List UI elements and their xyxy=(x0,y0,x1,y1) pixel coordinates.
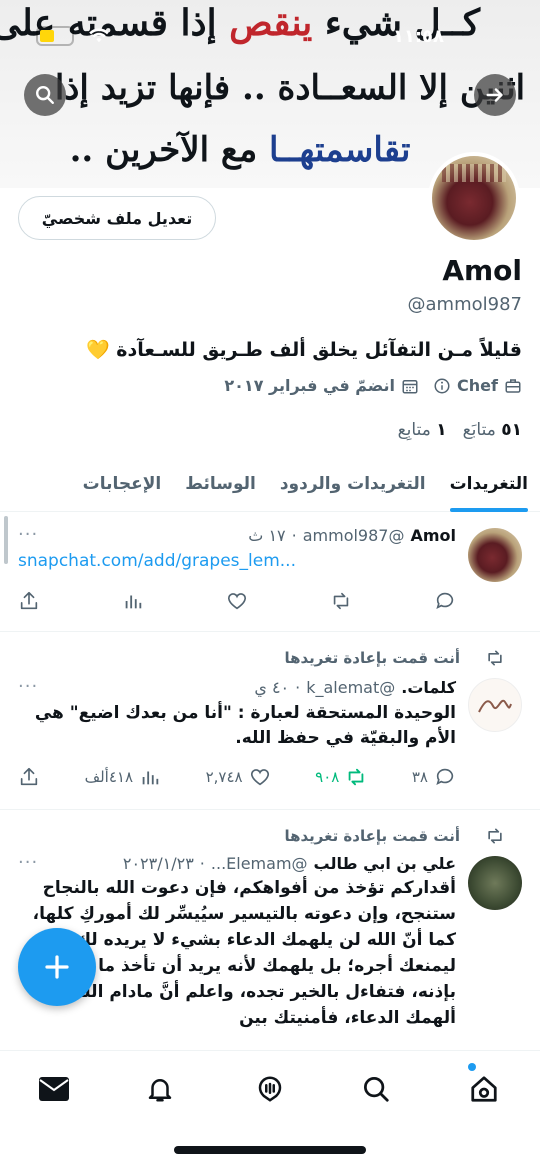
banner-text-line-2: اثنين إلا السعــادة .. فإنها تزيد إذا xyxy=(54,68,526,108)
profile-tabs: التغريدات التغريدات والردود الوسائط الإع… xyxy=(0,456,540,512)
like-count: ٢,٧٤٨ xyxy=(205,768,243,786)
tweet-time: ٤٠ ي xyxy=(254,678,290,697)
tweet-item[interactable]: أنت قمت بإعادة تغريدها كلمات. @k_alemat … xyxy=(0,632,540,810)
status-time: ١١:٥٨ xyxy=(392,25,444,47)
tab-media[interactable]: الوسائط xyxy=(173,456,268,512)
views-icon xyxy=(125,595,142,609)
following-link[interactable]: ٥١ متابَع xyxy=(463,420,522,440)
retweet-indicator: أنت قمت بإعادة تغريدها xyxy=(18,826,522,846)
tweet-author-handle[interactable]: @ammol987 xyxy=(303,526,405,545)
tweet-header: علي بن ابي طالب @Elemam... · ٢٠٢٣/١/٢٣ xyxy=(122,854,456,873)
profile-meta: Chef انضمّ في فبراير ٢٠١٧ xyxy=(224,376,522,395)
compose-tweet-button[interactable] xyxy=(18,928,96,1006)
retweet-indicator: أنت قمت بإعادة تغريدها xyxy=(18,648,522,668)
profile-joined-date: انضمّ في فبراير ٢٠١٧ xyxy=(224,376,396,395)
like-icon xyxy=(250,769,269,786)
tweet-avatar[interactable] xyxy=(468,856,522,910)
tweet-avatar[interactable] xyxy=(468,678,522,732)
like-button[interactable] xyxy=(226,590,248,612)
nav-spaces[interactable] xyxy=(250,1069,290,1109)
share-icon xyxy=(20,591,38,610)
views-button[interactable]: ٤١٨ألف xyxy=(85,766,161,788)
nav-messages[interactable] xyxy=(34,1069,74,1109)
back-button[interactable] xyxy=(474,74,516,116)
tweet-author-handle[interactable]: @k_alemat xyxy=(306,678,395,697)
tweet-author-handle[interactable]: @Elemam... xyxy=(211,854,308,873)
profile-handle: @ammol987 xyxy=(407,294,522,315)
nav-search[interactable] xyxy=(356,1069,396,1109)
tweet-actions: ٣٨ ٩٠٨ ٢,٧٤٨ ٤١٨ألف xyxy=(18,766,456,788)
yellow-heart-emoji: 💛 xyxy=(85,339,110,361)
search-button[interactable] xyxy=(24,74,66,116)
nav-home[interactable] xyxy=(464,1069,504,1109)
tab-tweets[interactable]: التغريدات xyxy=(438,456,540,512)
more-options-icon[interactable]: ··· xyxy=(18,524,38,545)
tweet-time: ٢٠٢٣/١/٢٣ xyxy=(122,854,194,873)
tweet-item[interactable]: Amol @ammol987 · ١٧ ث snapchat.com/add/g… xyxy=(0,512,540,632)
search-icon xyxy=(364,1077,389,1102)
followers-link[interactable]: ١ متابِع xyxy=(398,420,447,440)
spaces-icon xyxy=(258,1076,282,1102)
like-button[interactable]: ٢,٧٤٨ xyxy=(206,766,271,788)
tweet-author-name[interactable]: كلمات. xyxy=(401,678,456,697)
profile-avatar[interactable] xyxy=(428,152,520,244)
more-options-icon[interactable]: ··· xyxy=(18,676,38,697)
reply-button[interactable] xyxy=(434,590,456,612)
search-icon xyxy=(36,86,54,104)
edit-profile-button[interactable]: تعديل ملف شخصيّ xyxy=(18,196,216,240)
tweet-time: ١٧ ث xyxy=(248,526,286,545)
retweet-button[interactable]: ٩٠٨ xyxy=(315,766,367,788)
profile-bio: قليلاً مـن التفآئل يخلق ألف طـريق للسـعآ… xyxy=(85,339,522,361)
views-count: ٤١٨ألف xyxy=(84,768,134,786)
retweet-icon xyxy=(348,768,364,786)
wifi-icon xyxy=(89,28,109,43)
mail-icon xyxy=(39,1077,69,1101)
share-button[interactable] xyxy=(18,590,40,612)
calendar-icon xyxy=(401,377,419,395)
home-indicator xyxy=(174,1146,366,1154)
reply-icon xyxy=(436,768,454,786)
share-button[interactable] xyxy=(18,766,40,788)
tweet-text: الوحيدة المستحقة لعبارة : "أنا من بعدك ا… xyxy=(34,703,456,748)
views-icon xyxy=(142,771,159,785)
bell-icon xyxy=(148,1079,172,1102)
views-button[interactable] xyxy=(122,590,144,612)
tweet-link[interactable]: snapchat.com/add/grapes_lem... xyxy=(18,551,456,571)
tweet-item[interactable]: أنت قمت بإعادة تغريدها علي بن ابي طالب @… xyxy=(0,810,540,1050)
reply-button[interactable]: ٣٨ xyxy=(412,766,456,788)
more-options-icon[interactable]: ··· xyxy=(18,852,38,873)
retweet-icon xyxy=(333,592,349,610)
info-icon[interactable] xyxy=(433,377,451,395)
share-icon xyxy=(20,767,38,786)
reply-icon xyxy=(436,592,454,610)
tweet-author-name[interactable]: Amol xyxy=(410,526,456,545)
briefcase-icon xyxy=(504,377,522,395)
new-content-dot xyxy=(468,1063,476,1071)
tab-tweets-and-replies[interactable]: التغريدات والردود xyxy=(268,456,438,512)
tweet-header: كلمات. @k_alemat · ٤٠ ي xyxy=(254,678,456,697)
battery-icon xyxy=(36,26,74,46)
retweet-count: ٩٠٨ xyxy=(315,768,340,786)
like-icon xyxy=(227,593,247,610)
tab-likes[interactable]: الإعجابات xyxy=(71,456,174,512)
plus-icon xyxy=(45,955,69,979)
reply-count: ٣٨ xyxy=(411,768,428,786)
retweet-button[interactable] xyxy=(330,590,352,612)
tweet-avatar[interactable] xyxy=(468,528,522,582)
tweet-author-name[interactable]: علي بن ابي طالب xyxy=(314,854,456,873)
nav-notifications[interactable] xyxy=(140,1069,180,1109)
arrow-right-icon xyxy=(486,88,503,102)
follow-stats: ٥١ متابَع ١ متابِع xyxy=(398,420,522,440)
retweet-icon xyxy=(488,650,502,666)
tweet-header: Amol @ammol987 · ١٧ ث xyxy=(248,526,456,545)
retweet-icon xyxy=(488,828,502,844)
tweet-actions xyxy=(18,590,456,612)
status-bar: ١١:٥٨ xyxy=(36,22,504,50)
profile-name: Amol xyxy=(442,254,522,287)
home-icon xyxy=(471,1076,497,1102)
profile-category: Chef xyxy=(457,376,498,395)
